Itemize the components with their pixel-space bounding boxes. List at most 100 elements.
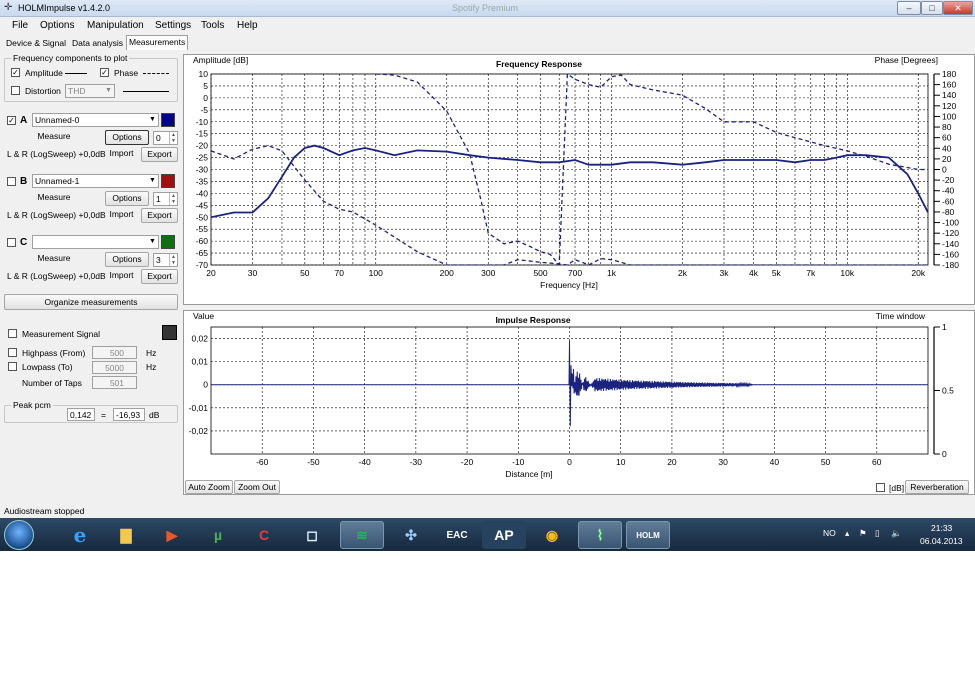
measurement-color-swatch[interactable] (161, 113, 175, 127)
chevron-down-icon: ▼ (149, 238, 156, 245)
options-button[interactable]: Options (105, 191, 149, 206)
network-icon[interactable]: ▯ (875, 528, 880, 539)
zoom-out-button[interactable]: Zoom Out (234, 480, 280, 494)
options-button[interactable]: Options (105, 130, 149, 145)
measurement-color-swatch[interactable] (161, 235, 175, 249)
chrome-icon[interactable]: ◉ (530, 521, 574, 549)
ap-icon[interactable]: AP (482, 521, 526, 549)
measurement-letter: B (20, 176, 28, 187)
auto-zoom-button[interactable]: Auto Zoom (185, 480, 233, 494)
measurement-info: L & R (LogSweep) +0,0dB (7, 210, 106, 220)
measurement-offset-spinner[interactable]: 3 ▲ ▼ (153, 253, 178, 267)
app-square-icon[interactable]: ◻ (290, 521, 334, 549)
measurement-offset-spinner[interactable]: 0 ▲ ▼ (153, 131, 178, 145)
oscilloscope-icon[interactable]: ⌇ (578, 521, 622, 549)
measurement-name-select[interactable]: ▼ (32, 235, 159, 249)
db-checkbox[interactable] (876, 483, 885, 492)
lowpass-checkbox[interactable] (8, 362, 17, 371)
start-button[interactable] (4, 520, 34, 550)
impulse-x-tick-label: 10 (616, 457, 626, 467)
highpass-unit: Hz (146, 348, 157, 358)
measurement-name-select[interactable]: Unnamed-1 ▼ (32, 174, 159, 188)
folder-icon[interactable]: ▇ (104, 521, 148, 549)
eac-icon[interactable]: EAC (435, 521, 479, 549)
measure-button[interactable]: Measure (4, 252, 104, 267)
close-button[interactable]: ✕ (943, 1, 973, 15)
phase-tick-label: 180 (942, 69, 956, 79)
clock-date[interactable]: 06.04.2013 (920, 536, 963, 546)
impulse-y-tick-label: 0,02 (191, 334, 208, 344)
measurement-checkbox[interactable] (7, 238, 16, 247)
minimize-button[interactable]: ‒ (897, 1, 921, 15)
menu-options[interactable]: Options (40, 20, 74, 31)
distortion-select[interactable]: THD ▼ (65, 84, 115, 98)
import-button[interactable]: Import (105, 147, 138, 162)
measurement-offset-spinner[interactable]: 1 ▲ ▼ (153, 192, 178, 206)
phase-checkbox[interactable]: ✓ (100, 68, 109, 77)
tab-data-analysis[interactable]: Data analysis (70, 37, 125, 49)
distortion-checkbox[interactable] (11, 86, 20, 95)
measurement-signal-group: Measurement Signal Highpass (From) 500 H… (4, 324, 178, 396)
plots-area: 10 5 0 -5 -10 -15 -20 -25 -30 -35 -40 -45 -50 -55 -60-… (183, 54, 975, 495)
tab-device-signal[interactable]: Device & Signal (4, 37, 68, 49)
ccleaner-icon[interactable]: C (242, 521, 286, 549)
internet-explorer-icon[interactable]: e (58, 521, 102, 549)
distortion-label: Distortion (25, 86, 61, 96)
lowpass-input[interactable]: 5000 (92, 361, 137, 374)
tab-strip: Device & Signal Data analysis Measuremen… (0, 35, 189, 50)
menu-help[interactable]: Help (237, 20, 258, 31)
taps-input[interactable]: 501 (92, 376, 137, 389)
measurement-checkbox[interactable] (7, 177, 16, 186)
peak-pcm-value: 0,142 (67, 408, 95, 421)
measure-button[interactable]: Measure (4, 130, 104, 145)
flag-icon[interactable]: ⚑ (859, 528, 867, 539)
freq-x-tick-label: 100 (369, 268, 383, 278)
export-button[interactable]: Export (141, 208, 178, 223)
maximize-button[interactable]: □ (921, 1, 943, 15)
language-indicator[interactable]: NO (823, 528, 836, 538)
volume-icon[interactable]: 🔈 (891, 528, 902, 539)
amplitude-checkbox[interactable]: ✓ (11, 68, 20, 77)
measurement-color-swatch[interactable] (161, 174, 175, 188)
measurement-signal-checkbox[interactable] (8, 329, 17, 338)
phase-tick-label: 100 (942, 111, 956, 121)
measure-button[interactable]: Measure (4, 191, 104, 206)
amplitude-line-sample (65, 73, 87, 74)
holmimpulse-taskbar-icon[interactable]: HOLM (626, 521, 670, 549)
highpass-value: 500 (109, 348, 124, 358)
media-player-icon[interactable]: ▶ (150, 521, 194, 549)
freq-y-axis-label: Amplitude [dB] (193, 55, 248, 65)
export-button[interactable]: Export (141, 147, 178, 162)
tray-arrow-icon[interactable]: ▴ (845, 528, 849, 539)
import-button[interactable]: Import (105, 208, 138, 223)
export-button[interactable]: Export (141, 269, 178, 284)
options-button[interactable]: Options (105, 252, 149, 267)
phase-tick-label: -60 (942, 196, 955, 206)
freq-x-tick-label: 10k (840, 268, 854, 278)
highpass-input[interactable]: 500 (92, 346, 137, 359)
measurement-checkbox[interactable]: ✓ (7, 116, 16, 125)
spinner-arrows-icon[interactable]: ▲ ▼ (169, 132, 177, 144)
spotify-icon[interactable]: ≋ (340, 521, 384, 549)
menu-tools[interactable]: Tools (201, 20, 224, 31)
menu-file[interactable]: File (12, 20, 28, 31)
spinner-arrows-icon[interactable]: ▲ ▼ (169, 254, 177, 266)
spinner-arrows-icon[interactable]: ▲ ▼ (169, 193, 177, 205)
signal-color-swatch[interactable] (162, 325, 177, 340)
organize-measurements-button[interactable]: Organize measurements (4, 294, 178, 310)
highpass-checkbox[interactable] (8, 348, 17, 357)
freq-chart-title: Frequency Response (496, 59, 582, 69)
window-tick-label: 0 (942, 449, 947, 459)
clock-time[interactable]: 21:33 (931, 523, 952, 533)
phase-tick-label: -80 (942, 207, 955, 217)
tab-measurements[interactable]: Measurements (126, 35, 189, 50)
utorrent-icon[interactable]: µ (196, 521, 240, 549)
measurement-name-select[interactable]: Unnamed-0 ▼ (32, 113, 159, 127)
fan-icon[interactable]: ✣ (389, 521, 433, 549)
import-button[interactable]: Import (105, 269, 138, 284)
menu-settings[interactable]: Settings (155, 20, 191, 31)
menu-manipulation[interactable]: Manipulation (87, 20, 144, 31)
impulse-x-tick-label: 40 (770, 457, 780, 467)
freq-y-tick-label: -35 (196, 176, 209, 186)
reverberation-button[interactable]: Reverberation (905, 480, 969, 494)
